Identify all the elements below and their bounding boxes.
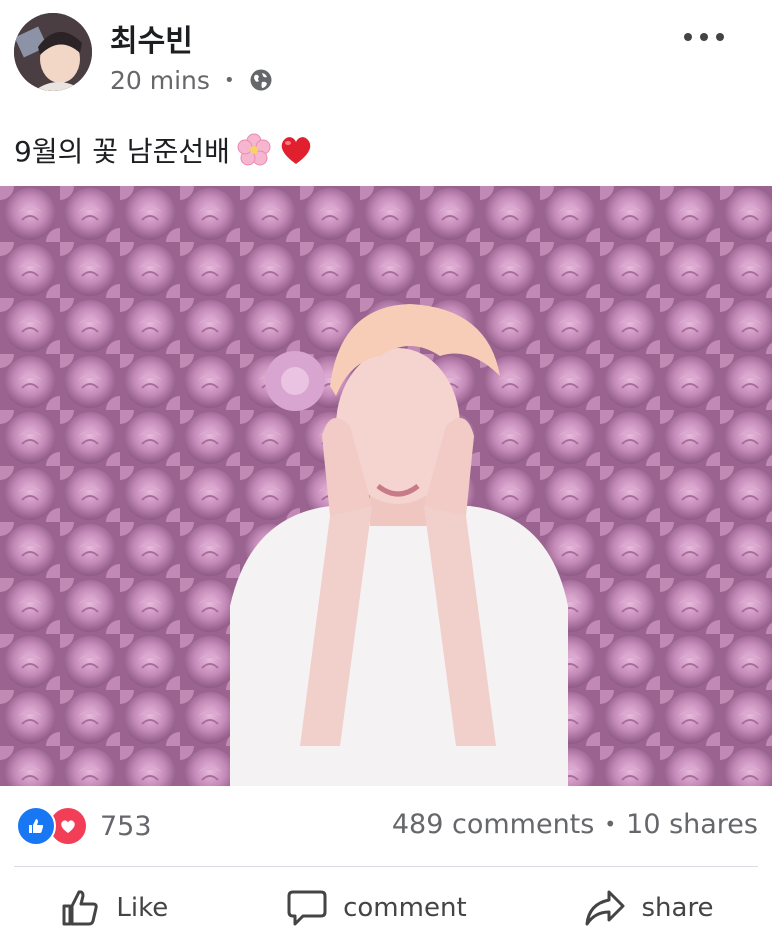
post-meta: 20 mins • (110, 64, 273, 96)
comment-button[interactable]: comment (285, 886, 467, 930)
cherry-blossom-icon (236, 132, 272, 168)
post-stats: 753 489 comments • 10 shares (0, 800, 772, 848)
red-heart-icon (278, 132, 314, 168)
caption-text: 9월의 꽃 남준선배 (14, 135, 230, 168)
reactions-summary[interactable]: 753 (16, 806, 152, 846)
post-actions: Like comment share (0, 878, 772, 938)
author-name[interactable]: 최수빈 (110, 16, 193, 60)
meta-separator: • (223, 69, 235, 91)
thumbs-up-icon (62, 890, 99, 926)
globe-icon (249, 68, 273, 92)
post-photo[interactable] (0, 186, 772, 786)
author-avatar[interactable] (14, 13, 92, 91)
like-label: Like (116, 893, 169, 923)
share-button[interactable]: share (583, 886, 714, 930)
divider (14, 866, 758, 867)
share-arrow-icon (585, 890, 625, 926)
more-options-icon[interactable] (684, 30, 724, 44)
comments-count[interactable]: 489 comments (392, 809, 594, 840)
post-caption: 9월의 꽃 남준선배 (14, 130, 314, 170)
reaction-count: 753 (100, 810, 152, 842)
speech-bubble-icon (287, 890, 327, 926)
engagement-separator: • (604, 812, 617, 836)
comment-label: comment (343, 893, 467, 923)
share-label: share (641, 893, 714, 923)
engagement-summary: 489 comments • 10 shares (392, 806, 758, 842)
like-reaction-icon (16, 806, 56, 846)
like-button[interactable]: Like (58, 886, 168, 930)
post-time[interactable]: 20 mins (110, 66, 210, 95)
shares-count[interactable]: 10 shares (626, 809, 758, 840)
post-header: 최수빈 20 mins • (0, 0, 772, 110)
